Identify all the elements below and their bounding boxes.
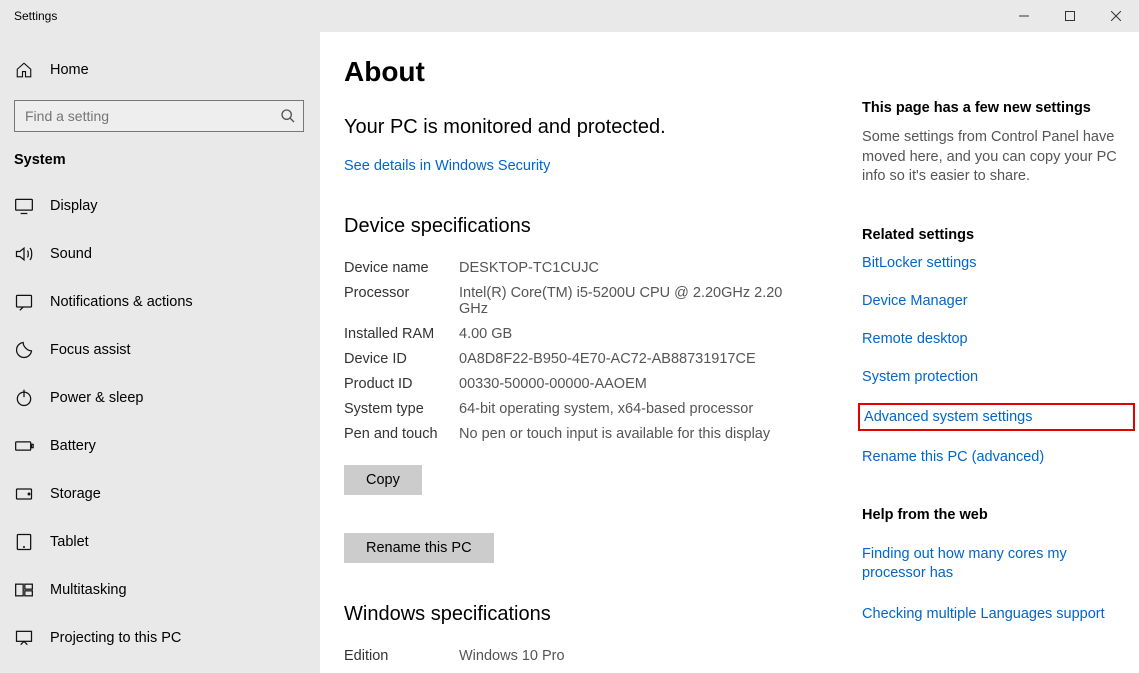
- notifications-icon: [14, 292, 34, 312]
- window-title: Settings: [14, 9, 57, 23]
- security-link[interactable]: See details in Windows Security: [344, 158, 550, 174]
- related-heading: Related settings: [862, 227, 1131, 243]
- window-controls: [1001, 0, 1139, 32]
- home-icon: [14, 60, 34, 80]
- projecting-icon: [14, 628, 34, 648]
- help-heading: Help from the web: [862, 507, 1131, 523]
- rename-pc-button[interactable]: Rename this PC: [344, 533, 494, 563]
- display-icon: [14, 196, 34, 216]
- system-protection-link[interactable]: System protection: [862, 369, 1131, 385]
- spec-val: 4.00 GB: [459, 326, 862, 351]
- sidebar-item-notifications[interactable]: Notifications & actions: [0, 278, 320, 326]
- sidebar-item-projecting[interactable]: Projecting to this PC: [0, 614, 320, 662]
- new-settings-desc: Some settings from Control Panel have mo…: [862, 128, 1131, 187]
- sidebar-item-power[interactable]: Power & sleep: [0, 374, 320, 422]
- spec-key: Installed RAM: [344, 326, 459, 351]
- sidebar: Home System Display Sound Notifications …: [0, 32, 320, 673]
- spec-key: Device name: [344, 260, 459, 285]
- advanced-system-settings-link[interactable]: Advanced system settings: [862, 407, 1131, 427]
- sidebar-section-label: System: [0, 132, 320, 182]
- close-button[interactable]: [1093, 0, 1139, 32]
- home-label: Home: [50, 62, 89, 78]
- sidebar-item-display[interactable]: Display: [0, 182, 320, 230]
- focus-icon: [14, 340, 34, 360]
- spec-val: No pen or touch input is available for t…: [459, 426, 862, 451]
- multitasking-icon: [14, 580, 34, 600]
- spec-val: 64-bit operating system, x64-based proce…: [459, 401, 862, 426]
- sidebar-item-focus[interactable]: Focus assist: [0, 326, 320, 374]
- spec-key: System type: [344, 401, 459, 426]
- remote-desktop-link[interactable]: Remote desktop: [862, 331, 1131, 347]
- related-links: BitLocker settings Device Manager Remote…: [862, 255, 1131, 465]
- home-button[interactable]: Home: [0, 50, 320, 90]
- windows-spec-table: EditionWindows 10 Pro Version21H1 Instal…: [344, 648, 862, 673]
- spec-val: Intel(R) Core(TM) i5-5200U CPU @ 2.20GHz…: [459, 285, 862, 326]
- spec-key: Pen and touch: [344, 426, 459, 451]
- spec-val: DESKTOP-TC1CUJC: [459, 260, 862, 285]
- sidebar-item-label: Display: [50, 198, 98, 214]
- tablet-icon: [14, 532, 34, 552]
- right-column: This page has a few new settings Some se…: [862, 56, 1131, 673]
- sidebar-item-label: Sound: [50, 246, 92, 262]
- sidebar-item-label: Battery: [50, 438, 96, 454]
- spec-val: 00330-50000-00000-AAOEM: [459, 376, 862, 401]
- bitlocker-link[interactable]: BitLocker settings: [862, 255, 1131, 271]
- protected-heading: Your PC is monitored and protected.: [344, 116, 862, 139]
- help-languages-link[interactable]: Checking multiple Languages support: [862, 606, 1131, 622]
- minimize-button[interactable]: [1001, 0, 1047, 32]
- sidebar-item-multitasking[interactable]: Multitasking: [0, 566, 320, 614]
- sidebar-item-label: Projecting to this PC: [50, 630, 181, 646]
- search-icon: [280, 108, 296, 124]
- titlebar: Settings: [0, 0, 1139, 32]
- sidebar-item-label: Power & sleep: [50, 390, 144, 406]
- copy-button[interactable]: Copy: [344, 465, 422, 495]
- help-cores-link[interactable]: Finding out how many cores my processor …: [862, 545, 1131, 584]
- sidebar-item-storage[interactable]: Storage: [0, 470, 320, 518]
- sidebar-item-label: Focus assist: [50, 342, 131, 358]
- spec-key: Product ID: [344, 376, 459, 401]
- spec-key: Edition: [344, 648, 459, 673]
- sidebar-item-label: Tablet: [50, 534, 89, 550]
- main-column: About Your PC is monitored and protected…: [344, 56, 862, 673]
- device-spec-table: Device nameDESKTOP-TC1CUJC ProcessorInte…: [344, 260, 862, 451]
- sidebar-item-tablet[interactable]: Tablet: [0, 518, 320, 566]
- new-settings-heading: This page has a few new settings: [862, 100, 1131, 116]
- windows-spec-heading: Windows specifications: [344, 603, 862, 626]
- search-input[interactable]: [14, 100, 304, 132]
- maximize-button[interactable]: [1047, 0, 1093, 32]
- sound-icon: [14, 244, 34, 264]
- power-icon: [14, 388, 34, 408]
- sidebar-item-battery[interactable]: Battery: [0, 422, 320, 470]
- device-spec-heading: Device specifications: [344, 215, 862, 238]
- sidebar-item-label: Storage: [50, 486, 101, 502]
- device-manager-link[interactable]: Device Manager: [862, 293, 1131, 309]
- content: About Your PC is monitored and protected…: [320, 32, 1139, 673]
- page-title: About: [344, 56, 862, 88]
- sidebar-item-label: Multitasking: [50, 582, 127, 598]
- sidebar-item-label: Notifications & actions: [50, 294, 193, 310]
- spec-val: 0A8D8F22-B950-4E70-AC72-AB88731917CE: [459, 351, 862, 376]
- sidebar-item-sound[interactable]: Sound: [0, 230, 320, 278]
- rename-pc-advanced-link[interactable]: Rename this PC (advanced): [862, 449, 1131, 465]
- battery-icon: [14, 436, 34, 456]
- help-links: Finding out how many cores my processor …: [862, 545, 1131, 622]
- storage-icon: [14, 484, 34, 504]
- spec-key: Processor: [344, 285, 459, 326]
- spec-val: Windows 10 Pro: [459, 648, 862, 673]
- spec-key: Device ID: [344, 351, 459, 376]
